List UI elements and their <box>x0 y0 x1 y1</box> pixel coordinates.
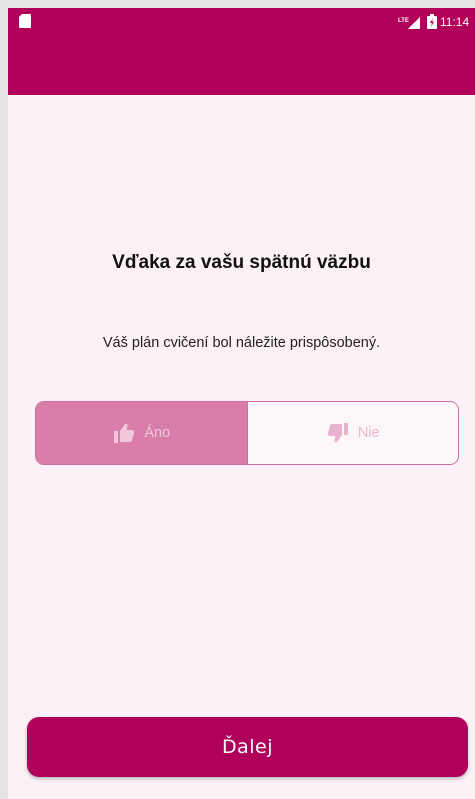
thumbs-down-icon <box>327 423 348 443</box>
status-time: 11:14 <box>440 15 470 29</box>
sd-card-icon <box>19 14 31 28</box>
app-screen: LTE 11:14 Vďaka za vašu spätnú väzbu Váš… <box>8 8 475 799</box>
lte-signal-icon: LTE <box>398 17 420 29</box>
feedback-message: Váš plán cvičení bol náležite prispôsobe… <box>102 335 381 351</box>
next-button[interactable]: Ďalej <box>27 717 468 777</box>
no-option-button[interactable]: Nie <box>246 402 458 464</box>
app-header: LTE 11:14 <box>8 8 475 95</box>
yes-option-button[interactable]: Áno <box>36 402 247 464</box>
feedback-title: Vďaka za vašu spätnú väzbu <box>112 252 371 273</box>
svg-text:LTE: LTE <box>398 18 409 24</box>
no-option-label: Nie <box>357 425 380 441</box>
status-bar: LTE 11:14 <box>8 8 475 36</box>
yes-option-label: Áno <box>144 425 171 441</box>
feedback-toggle: Áno Nie <box>35 401 459 465</box>
window-edge-left <box>0 0 8 799</box>
thumbs-up-icon <box>114 423 135 443</box>
battery-charging-icon <box>427 14 437 29</box>
window-edge-top <box>0 0 475 8</box>
